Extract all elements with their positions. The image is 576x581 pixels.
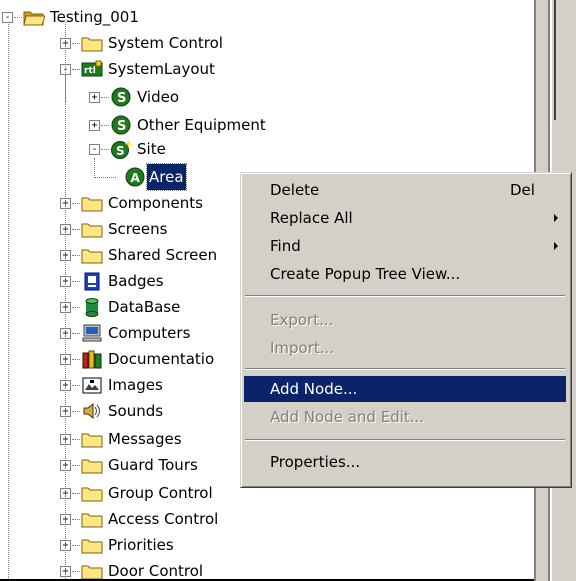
open-folder-icon xyxy=(23,11,45,26)
green-a-icon: A xyxy=(125,167,145,187)
tree-node-label: Sounds xyxy=(108,402,164,420)
green-s-icon: S xyxy=(111,87,131,107)
collapse-toggle[interactable]: - xyxy=(89,144,100,155)
svg-text:S: S xyxy=(117,91,126,106)
tree-node-label: Site xyxy=(137,140,166,158)
folder-icon xyxy=(81,197,103,212)
menu-item-add-node[interactable]: Add Node... xyxy=(244,376,566,402)
menu-item-find[interactable]: Find xyxy=(244,233,566,259)
tree-line xyxy=(65,22,66,579)
menu-item-import[interactable]: Import... xyxy=(244,335,566,361)
expand-toggle[interactable]: + xyxy=(89,92,100,103)
tree-node-label: Documentatio xyxy=(108,350,215,368)
menu-separator xyxy=(245,439,565,441)
submenu-arrow-icon xyxy=(554,214,558,222)
svg-text:+: + xyxy=(124,139,132,150)
folder-icon xyxy=(81,539,103,554)
folder-icon xyxy=(81,513,103,528)
menu-item-add-node-and-edit[interactable]: Add Node and Edit... xyxy=(244,404,566,430)
tree-node-label: SystemLayout xyxy=(108,60,215,78)
folder-icon xyxy=(81,249,103,264)
menu-item-delete[interactable]: Delete Del xyxy=(244,177,566,203)
rtl-layout-icon: rtl xyxy=(81,60,103,77)
tree-node-label: Badges xyxy=(108,272,164,290)
tree-node-label: Priorities xyxy=(108,536,174,554)
menu-separator xyxy=(245,295,565,297)
database-icon xyxy=(85,298,99,317)
svg-text:S: S xyxy=(117,119,126,134)
folder-icon xyxy=(81,223,103,238)
tree-node-label: Messages xyxy=(108,430,182,448)
menu-item-replace-all[interactable]: Replace All xyxy=(244,205,566,231)
expand-toggle[interactable]: + xyxy=(89,120,100,131)
tree-node-label: DataBase xyxy=(108,298,181,316)
tree-node-label: Shared Screen xyxy=(108,246,218,264)
speaker-icon xyxy=(83,402,100,420)
tree-node-label: Door Control xyxy=(108,562,204,580)
tree-node-label: Other Equipment xyxy=(137,116,266,134)
tree-node-testing-001[interactable]: - Testing_001 xyxy=(2,4,302,30)
tree-node-label: Access Control xyxy=(108,510,219,528)
tree-node-label: System Control xyxy=(108,34,223,52)
svg-text:A: A xyxy=(131,171,141,185)
green-s-plus-icon: S + xyxy=(111,139,132,159)
images-icon xyxy=(82,377,102,394)
tree-node-priorities[interactable]: + Priorities xyxy=(60,532,360,558)
pane-frame xyxy=(554,0,576,120)
tree-node-other-equipment[interactable]: + S Other Equipment xyxy=(89,112,389,138)
submenu-arrow-icon xyxy=(554,242,558,250)
computer-icon xyxy=(82,324,102,342)
tree-node-label: Screens xyxy=(108,220,168,238)
tree-node-system-control[interactable]: + System Control xyxy=(60,30,360,56)
tree-line xyxy=(8,22,9,579)
tree-node-label: Video xyxy=(137,88,180,106)
menu-item-export[interactable]: Export... xyxy=(244,307,566,333)
tree-node-label: Guard Tours xyxy=(108,456,198,474)
tree-node-label: Images xyxy=(108,376,163,394)
tree-node-video[interactable]: + S Video xyxy=(89,84,389,110)
menu-separator xyxy=(245,368,565,370)
folder-icon xyxy=(81,433,103,448)
collapse-toggle[interactable]: - xyxy=(2,12,13,23)
tree-node-label: Testing_001 xyxy=(50,8,139,26)
tree-node-label: Area xyxy=(146,163,187,191)
folder-icon xyxy=(81,487,103,502)
folder-icon xyxy=(81,565,103,579)
tree-node-label: Group Control xyxy=(108,484,213,502)
tree-node-label: Computers xyxy=(108,324,191,342)
folder-icon xyxy=(81,459,103,474)
tree-node-access-control[interactable]: + Access Control xyxy=(60,506,360,532)
badge-icon xyxy=(84,272,100,291)
books-icon xyxy=(82,350,102,369)
tree-node-door-control[interactable]: + Door Control xyxy=(60,558,360,580)
folder-icon xyxy=(81,37,103,52)
context-menu: Delete Del Replace All Find Create Popup… xyxy=(240,172,572,488)
green-s-icon: S xyxy=(111,115,131,135)
tree-node-label: Components xyxy=(108,194,203,212)
shortcut-text: Del xyxy=(510,181,535,199)
tree-node-systemlayout[interactable]: - rtl SystemLayout xyxy=(60,56,360,82)
menu-item-properties[interactable]: Properties... xyxy=(244,449,566,475)
tree-node-area[interactable]: A Area xyxy=(94,163,244,191)
tree-node-site[interactable]: - S + Site xyxy=(89,136,389,162)
svg-text:rtl: rtl xyxy=(84,66,96,76)
menu-item-create-popup-tree-view[interactable]: Create Popup Tree View... xyxy=(244,261,566,287)
